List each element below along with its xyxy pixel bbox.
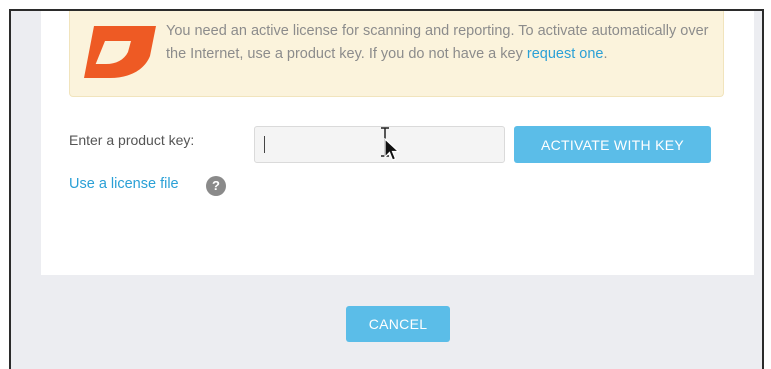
license-notice: You need an active license for scanning … (69, 11, 724, 97)
use-license-file-link[interactable]: Use a license file (69, 176, 179, 192)
notice-period: . (603, 46, 608, 62)
window-frame: You need an active license for scanning … (9, 9, 764, 369)
text-caret (264, 136, 265, 153)
request-license-link[interactable]: request one (527, 46, 604, 62)
mouse-pointer-icon (384, 138, 400, 161)
cancel-button[interactable]: CANCEL (346, 306, 450, 342)
license-notice-message: You need an active license for scanning … (166, 23, 709, 62)
brand-logo-icon (84, 26, 156, 78)
activate-with-key-button[interactable]: ACTIVATE WITH KEY (514, 126, 711, 163)
license-notice-text: You need an active license for scanning … (166, 20, 721, 66)
help-icon[interactable]: ? (206, 176, 226, 196)
product-key-label: Enter a product key: (69, 132, 195, 148)
